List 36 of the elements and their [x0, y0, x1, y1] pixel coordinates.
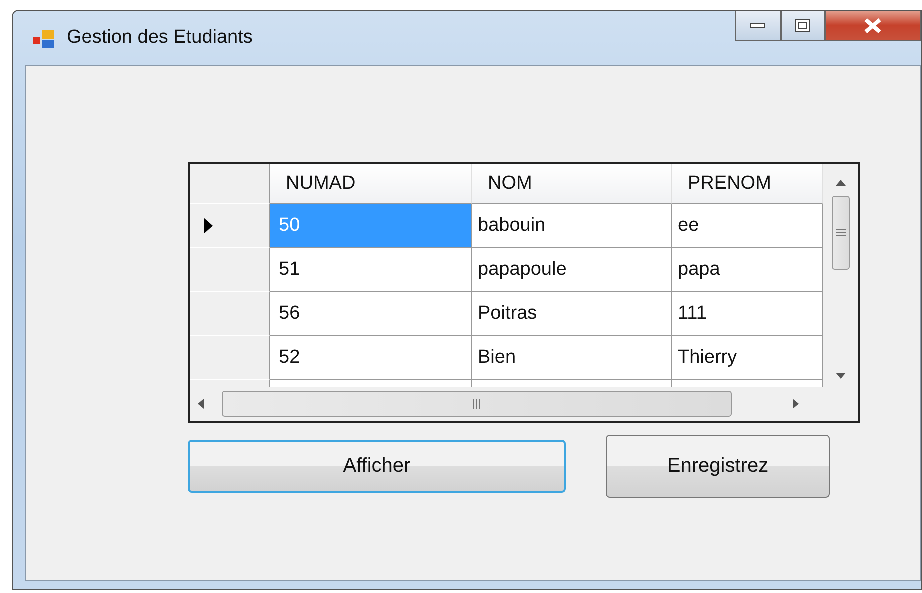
table-cell[interactable]: papa [672, 248, 823, 292]
table-cell[interactable]: Bien [472, 336, 672, 380]
window-title: Gestion des Etudiants [67, 27, 253, 49]
row-header[interactable] [190, 204, 270, 248]
scroll-thumb[interactable] [222, 391, 732, 417]
maximize-icon [795, 18, 811, 32]
minimize-icon [750, 22, 766, 28]
table-cell[interactable]: papapoule [472, 248, 672, 292]
scroll-down-icon[interactable] [836, 373, 846, 379]
current-row-icon [204, 218, 213, 234]
table-cell[interactable]: 51 [270, 248, 472, 292]
scroll-left-icon[interactable] [198, 399, 204, 409]
column-header[interactable]: NUMAD [270, 164, 472, 204]
close-icon [864, 18, 882, 34]
column-header[interactable]: PRENOM [672, 164, 823, 204]
display-button[interactable]: Afficher [188, 440, 566, 493]
table-cell[interactable]: 111 [672, 292, 823, 336]
minimize-button[interactable] [735, 11, 781, 41]
grip-icon [472, 399, 482, 409]
close-button[interactable] [825, 11, 921, 41]
column-header[interactable]: NOM [472, 164, 672, 204]
app-icon [33, 29, 55, 49]
maximize-button[interactable] [781, 11, 825, 41]
scroll-right-icon[interactable] [793, 399, 799, 409]
horizontal-scrollbar[interactable] [190, 387, 823, 421]
table-cell[interactable]: ee [672, 204, 823, 248]
table-cell[interactable]: 56 [270, 292, 472, 336]
save-button[interactable]: Enregistrez [606, 435, 830, 498]
scroll-thumb[interactable] [832, 196, 850, 270]
table-cell[interactable]: babouin [472, 204, 672, 248]
table-cell[interactable]: Poitras [472, 292, 672, 336]
scroll-up-icon[interactable] [836, 180, 846, 186]
table-cell[interactable]: 52 [270, 336, 472, 380]
table-cell[interactable]: Thierry [672, 336, 823, 380]
grip-icon [836, 229, 846, 237]
vertical-scrollbar[interactable] [823, 164, 858, 387]
